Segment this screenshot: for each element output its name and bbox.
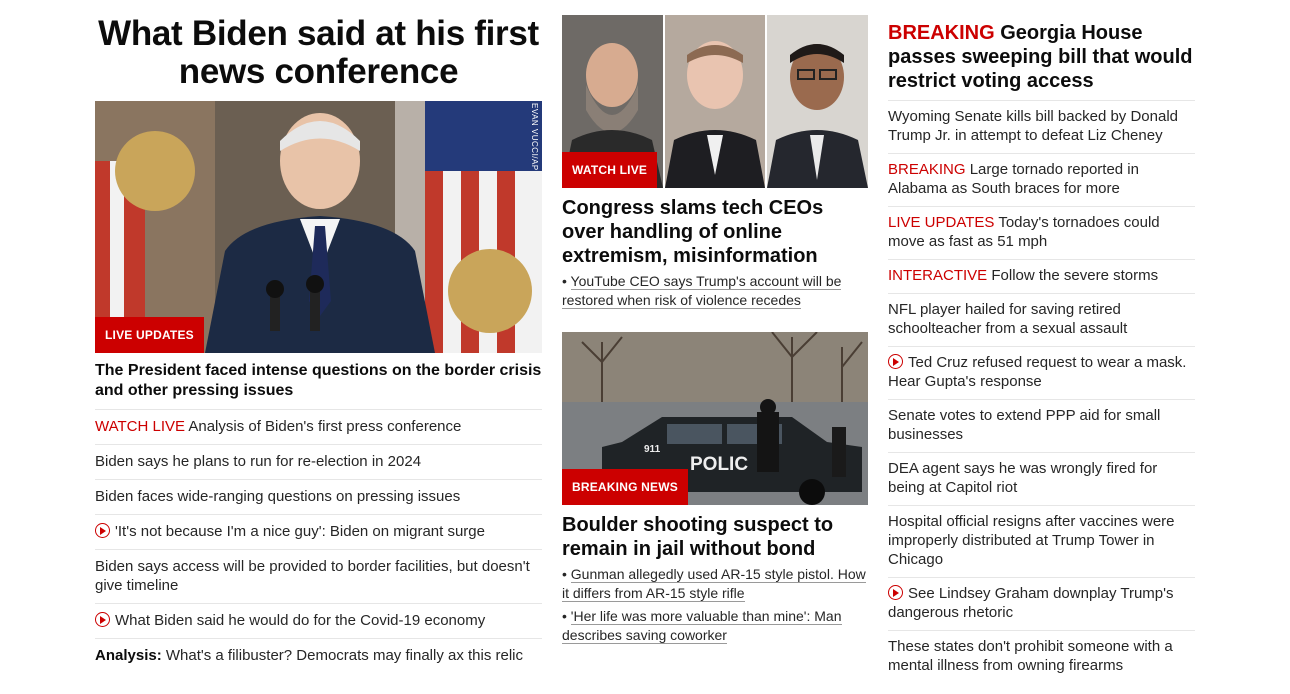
story-link[interactable]: These states don't prohibit someone with… xyxy=(888,631,1195,683)
related-link[interactable]: • 'Her life was more valuable than mine'… xyxy=(562,607,868,645)
police-car-number: 911 xyxy=(644,444,661,455)
tech-ceos-links: • YouTube CEO says Trump's account will … xyxy=(562,272,868,310)
story-link[interactable]: Biden says access will be provided to bo… xyxy=(95,550,542,604)
photo-credit: EVAN VUCCI/AP xyxy=(530,103,539,171)
story-link[interactable]: NFL player hailed for saving retired sch… xyxy=(888,294,1195,347)
play-video-icon xyxy=(95,523,110,538)
bullet: • xyxy=(562,608,571,624)
left-story-list: WATCH LIVE Analysis of Biden's first pre… xyxy=(95,410,542,673)
story-link-text: What's a filibuster? Democrats may final… xyxy=(161,647,524,664)
story-link-text: Biden says access will be provided to bo… xyxy=(95,558,530,594)
story-link-text: Follow the severe storms xyxy=(987,267,1159,284)
story-link-text: What Biden said he would do for the Covi… xyxy=(115,612,486,629)
story-link-text: Senate votes to extend PPP aid for small… xyxy=(888,407,1161,443)
story-link-text: Ted Cruz refused request to wear a mask.… xyxy=(888,354,1187,390)
hero-image[interactable]: EVAN VUCCI/AP LIVE UPDATES xyxy=(95,101,542,353)
story-link[interactable]: Ted Cruz refused request to wear a mask.… xyxy=(888,347,1195,400)
story-link[interactable]: Biden faces wide-ranging questions on pr… xyxy=(95,480,542,515)
story-link[interactable]: 'It's not because I'm a nice guy': Biden… xyxy=(95,515,542,550)
story-link-text: DEA agent says he was wrongly fired for … xyxy=(888,460,1158,496)
middle-column: WATCH LIVE Congress slams tech CEOs over… xyxy=(562,0,868,645)
story-link[interactable]: BREAKING Large tornado reported in Alaba… xyxy=(888,154,1195,207)
play-video-icon xyxy=(95,612,110,627)
story-link-text: Hospital official resigns after vaccines… xyxy=(888,513,1175,568)
related-link-text: YouTube CEO says Trump's account will be… xyxy=(562,273,842,309)
story-link[interactable]: Analysis: What's a filibuster? Democrats… xyxy=(95,639,542,673)
related-link-text: 'Her life was more valuable than mine': … xyxy=(562,608,842,644)
tech-ceos-image[interactable]: WATCH LIVE xyxy=(562,15,868,188)
play-video-icon xyxy=(888,585,903,600)
boulder-card: POLIC 911 BREAKING NEWS Boulder shooting… xyxy=(562,332,868,645)
story-link-text: 'It's not because I'm a nice guy': Biden… xyxy=(115,523,485,540)
watch-live-badge: WATCH LIVE xyxy=(562,152,658,188)
story-prefix-label: Analysis: xyxy=(95,647,162,664)
main-headline[interactable]: What Biden said at his first news confer… xyxy=(95,15,542,91)
related-link[interactable]: • Gunman allegedly used AR-15 style pist… xyxy=(562,565,868,603)
story-link[interactable]: Biden says he plans to run for re-electi… xyxy=(95,445,542,480)
georgia-headline[interactable]: BREAKING Georgia House passes sweeping b… xyxy=(888,21,1195,101)
story-link[interactable]: LIVE UPDATES Today's tornadoes could mov… xyxy=(888,207,1195,260)
bullet: • xyxy=(562,566,571,582)
story-link[interactable]: INTERACTIVE Follow the severe storms xyxy=(888,260,1195,294)
story-link-text: NFL player hailed for saving retired sch… xyxy=(888,301,1128,337)
story-link[interactable]: See Lindsey Graham downplay Trump's dang… xyxy=(888,578,1195,631)
breaking-news-badge: BREAKING NEWS xyxy=(562,469,688,505)
story-link-text: Wyoming Senate kills bill backed by Dona… xyxy=(888,108,1179,144)
story-link[interactable]: Wyoming Senate kills bill backed by Dona… xyxy=(888,101,1195,154)
lead-story-title[interactable]: The President faced intense questions on… xyxy=(95,353,542,410)
story-prefix-label: WATCH LIVE xyxy=(95,418,186,435)
story-link[interactable]: DEA agent says he was wrongly fired for … xyxy=(888,453,1195,506)
breaking-label: BREAKING xyxy=(888,22,995,44)
story-link-text: See Lindsey Graham downplay Trump's dang… xyxy=(888,585,1174,621)
tech-ceos-title[interactable]: Congress slams tech CEOs over handling o… xyxy=(562,196,868,268)
boulder-title[interactable]: Boulder shooting suspect to remain in ja… xyxy=(562,513,868,561)
live-updates-badge: LIVE UPDATES xyxy=(95,317,204,353)
story-link-text: Biden says he plans to run for re-electi… xyxy=(95,453,422,470)
tech-ceos-card: WATCH LIVE Congress slams tech CEOs over… xyxy=(562,15,868,310)
police-car-lettering: POLIC xyxy=(690,454,748,475)
story-link-text: Analysis of Biden's first press conferen… xyxy=(185,418,462,435)
boulder-links: • Gunman allegedly used AR-15 style pist… xyxy=(562,565,868,645)
right-story-list: Wyoming Senate kills bill backed by Dona… xyxy=(888,101,1195,683)
story-link-text: Biden faces wide-ranging questions on pr… xyxy=(95,488,461,505)
story-link[interactable]: Hospital official resigns after vaccines… xyxy=(888,506,1195,578)
left-column: What Biden said at his first news confer… xyxy=(95,0,542,673)
story-prefix-label: INTERACTIVE xyxy=(888,267,988,284)
biden-press-conference-image xyxy=(95,101,542,353)
story-prefix-label: BREAKING xyxy=(888,161,966,178)
story-link-text: These states don't prohibit someone with… xyxy=(888,638,1173,674)
story-prefix-label: LIVE UPDATES xyxy=(888,214,995,231)
boulder-image[interactable]: POLIC 911 BREAKING NEWS xyxy=(562,332,868,505)
story-link[interactable]: Senate votes to extend PPP aid for small… xyxy=(888,400,1195,453)
story-link[interactable]: WATCH LIVE Analysis of Biden's first pre… xyxy=(95,410,542,445)
story-link[interactable]: What Biden said he would do for the Covi… xyxy=(95,604,542,639)
related-link[interactable]: • YouTube CEO says Trump's account will … xyxy=(562,272,868,310)
play-video-icon xyxy=(888,354,903,369)
bullet: • xyxy=(562,273,571,289)
related-link-text: Gunman allegedly used AR-15 style pistol… xyxy=(562,566,866,602)
right-column: BREAKING Georgia House passes sweeping b… xyxy=(888,0,1195,683)
